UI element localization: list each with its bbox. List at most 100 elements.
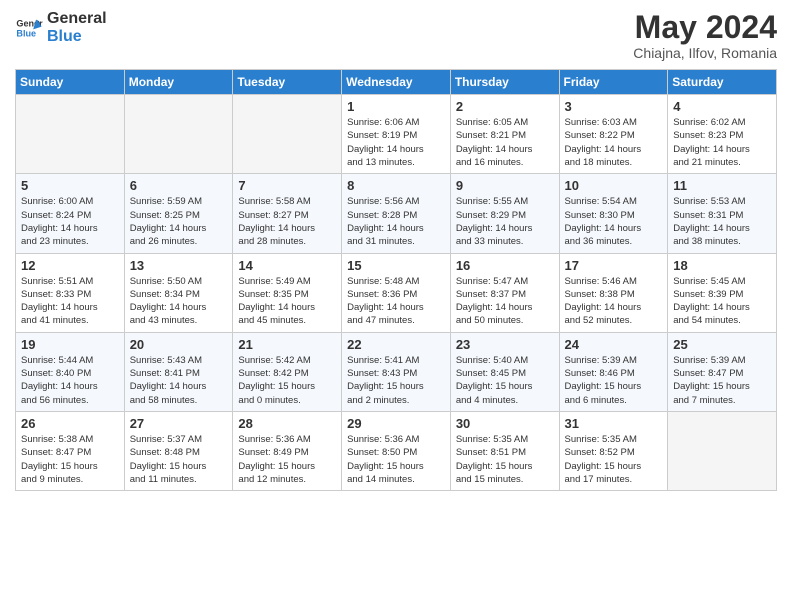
- calendar-week-row: 26 Sunrise: 5:38 AMSunset: 8:47 PMDayligh…: [16, 411, 777, 490]
- calendar-cell: 17 Sunrise: 5:46 AMSunset: 8:38 PMDayligh…: [559, 253, 668, 332]
- logo-icon: General Blue: [15, 14, 43, 42]
- day-number: 5: [21, 178, 119, 193]
- cell-info: Sunrise: 5:43 AMSunset: 8:41 PMDaylight:…: [130, 354, 228, 407]
- calendar-cell: 21 Sunrise: 5:42 AMSunset: 8:42 PMDayligh…: [233, 332, 342, 411]
- svg-text:Blue: Blue: [16, 28, 36, 38]
- logo-general-text: General: [47, 10, 107, 28]
- weekday-header-row: SundayMondayTuesdayWednesdayThursdayFrid…: [16, 70, 777, 95]
- day-number: 7: [238, 178, 336, 193]
- page-header: General Blue General Blue May 2024 Chiaj…: [15, 10, 777, 61]
- day-number: 28: [238, 416, 336, 431]
- weekday-header-monday: Monday: [124, 70, 233, 95]
- calendar-week-row: 12 Sunrise: 5:51 AMSunset: 8:33 PMDayligh…: [16, 253, 777, 332]
- cell-info: Sunrise: 5:49 AMSunset: 8:35 PMDaylight:…: [238, 275, 336, 328]
- day-number: 16: [456, 258, 554, 273]
- calendar-cell: 3Sunrise: 6:03 AMSunset: 8:22 PMDaylight…: [559, 95, 668, 174]
- calendar-cell: 5 Sunrise: 6:00 AMSunset: 8:24 PMDaylight…: [16, 174, 125, 253]
- day-number: 15: [347, 258, 445, 273]
- calendar-cell: 8 Sunrise: 5:56 AMSunset: 8:28 PMDaylight…: [342, 174, 451, 253]
- location-title: Chiajna, Ilfov, Romania: [633, 45, 777, 61]
- day-number: 19: [21, 337, 119, 352]
- day-number: 26: [21, 416, 119, 431]
- calendar-week-row: 1Sunrise: 6:06 AMSunset: 8:19 PMDaylight…: [16, 95, 777, 174]
- day-number: 9: [456, 178, 554, 193]
- calendar-cell: [16, 95, 125, 174]
- calendar-cell: 26 Sunrise: 5:38 AMSunset: 8:47 PMDayligh…: [16, 411, 125, 490]
- calendar-week-row: 19 Sunrise: 5:44 AMSunset: 8:40 PMDayligh…: [16, 332, 777, 411]
- cell-info: Sunrise: 5:48 AMSunset: 8:36 PMDaylight:…: [347, 275, 445, 328]
- cell-info: Sunrise: 5:39 AMSunset: 8:46 PMDaylight:…: [565, 354, 663, 407]
- day-number: 3: [565, 99, 663, 114]
- calendar-cell: 14 Sunrise: 5:49 AMSunset: 8:35 PMDayligh…: [233, 253, 342, 332]
- calendar-cell: 19 Sunrise: 5:44 AMSunset: 8:40 PMDayligh…: [16, 332, 125, 411]
- cell-info: Sunrise: 6:06 AMSunset: 8:19 PMDaylight:…: [347, 116, 445, 169]
- cell-info: Sunrise: 5:39 AMSunset: 8:47 PMDaylight:…: [673, 354, 771, 407]
- calendar-cell: 20Sunrise: 5:43 AMSunset: 8:41 PMDayligh…: [124, 332, 233, 411]
- cell-info: Sunrise: 5:36 AMSunset: 8:50 PMDaylight:…: [347, 433, 445, 486]
- day-number: 12: [21, 258, 119, 273]
- day-number: 29: [347, 416, 445, 431]
- calendar-cell: 23Sunrise: 5:40 AMSunset: 8:45 PMDayligh…: [450, 332, 559, 411]
- calendar-cell: 16 Sunrise: 5:47 AMSunset: 8:37 PMDayligh…: [450, 253, 559, 332]
- logo: General Blue General Blue: [15, 10, 107, 45]
- cell-info: Sunrise: 5:35 AMSunset: 8:51 PMDaylight:…: [456, 433, 554, 486]
- cell-info: Sunrise: 5:58 AMSunset: 8:27 PMDaylight:…: [238, 195, 336, 248]
- calendar-cell: [233, 95, 342, 174]
- day-number: 22: [347, 337, 445, 352]
- calendar-cell: 22 Sunrise: 5:41 AMSunset: 8:43 PMDayligh…: [342, 332, 451, 411]
- cell-info: Sunrise: 5:36 AMSunset: 8:49 PMDaylight:…: [238, 433, 336, 486]
- calendar-cell: 28 Sunrise: 5:36 AMSunset: 8:49 PMDayligh…: [233, 411, 342, 490]
- cell-info: Sunrise: 6:05 AMSunset: 8:21 PMDaylight:…: [456, 116, 554, 169]
- day-number: 21: [238, 337, 336, 352]
- calendar-cell: 1Sunrise: 6:06 AMSunset: 8:19 PMDaylight…: [342, 95, 451, 174]
- day-number: 10: [565, 178, 663, 193]
- day-number: 2: [456, 99, 554, 114]
- cell-info: Sunrise: 5:54 AMSunset: 8:30 PMDaylight:…: [565, 195, 663, 248]
- calendar-cell: 11Sunrise: 5:53 AMSunset: 8:31 PMDayligh…: [668, 174, 777, 253]
- calendar-cell: 29 Sunrise: 5:36 AMSunset: 8:50 PMDayligh…: [342, 411, 451, 490]
- calendar-cell: 15 Sunrise: 5:48 AMSunset: 8:36 PMDayligh…: [342, 253, 451, 332]
- calendar-cell: 4 Sunrise: 6:02 AMSunset: 8:23 PMDaylight…: [668, 95, 777, 174]
- weekday-header-tuesday: Tuesday: [233, 70, 342, 95]
- cell-info: Sunrise: 5:44 AMSunset: 8:40 PMDaylight:…: [21, 354, 119, 407]
- calendar-cell: [668, 411, 777, 490]
- cell-info: Sunrise: 5:41 AMSunset: 8:43 PMDaylight:…: [347, 354, 445, 407]
- cell-info: Sunrise: 5:37 AMSunset: 8:48 PMDaylight:…: [130, 433, 228, 486]
- calendar-cell: 25 Sunrise: 5:39 AMSunset: 8:47 PMDayligh…: [668, 332, 777, 411]
- cell-info: Sunrise: 5:42 AMSunset: 8:42 PMDaylight:…: [238, 354, 336, 407]
- cell-info: Sunrise: 5:59 AMSunset: 8:25 PMDaylight:…: [130, 195, 228, 248]
- day-number: 14: [238, 258, 336, 273]
- day-number: 8: [347, 178, 445, 193]
- cell-info: Sunrise: 5:50 AMSunset: 8:34 PMDaylight:…: [130, 275, 228, 328]
- cell-info: Sunrise: 5:38 AMSunset: 8:47 PMDaylight:…: [21, 433, 119, 486]
- calendar-week-row: 5 Sunrise: 6:00 AMSunset: 8:24 PMDaylight…: [16, 174, 777, 253]
- day-number: 27: [130, 416, 228, 431]
- day-number: 25: [673, 337, 771, 352]
- calendar-cell: 13Sunrise: 5:50 AMSunset: 8:34 PMDayligh…: [124, 253, 233, 332]
- calendar-cell: 7 Sunrise: 5:58 AMSunset: 8:27 PMDaylight…: [233, 174, 342, 253]
- cell-info: Sunrise: 5:47 AMSunset: 8:37 PMDaylight:…: [456, 275, 554, 328]
- weekday-header-friday: Friday: [559, 70, 668, 95]
- day-number: 24: [565, 337, 663, 352]
- weekday-header-thursday: Thursday: [450, 70, 559, 95]
- day-number: 17: [565, 258, 663, 273]
- cell-info: Sunrise: 6:02 AMSunset: 8:23 PMDaylight:…: [673, 116, 771, 169]
- cell-info: Sunrise: 5:56 AMSunset: 8:28 PMDaylight:…: [347, 195, 445, 248]
- calendar-table: SundayMondayTuesdayWednesdayThursdayFrid…: [15, 69, 777, 491]
- weekday-header-wednesday: Wednesday: [342, 70, 451, 95]
- day-number: 23: [456, 337, 554, 352]
- calendar-cell: 10 Sunrise: 5:54 AMSunset: 8:30 PMDayligh…: [559, 174, 668, 253]
- day-number: 6: [130, 178, 228, 193]
- cell-info: Sunrise: 5:35 AMSunset: 8:52 PMDaylight:…: [565, 433, 663, 486]
- day-number: 18: [673, 258, 771, 273]
- weekday-header-saturday: Saturday: [668, 70, 777, 95]
- weekday-header-sunday: Sunday: [16, 70, 125, 95]
- calendar-cell: 24 Sunrise: 5:39 AMSunset: 8:46 PMDayligh…: [559, 332, 668, 411]
- cell-info: Sunrise: 5:51 AMSunset: 8:33 PMDaylight:…: [21, 275, 119, 328]
- cell-info: Sunrise: 5:46 AMSunset: 8:38 PMDaylight:…: [565, 275, 663, 328]
- cell-info: Sunrise: 5:55 AMSunset: 8:29 PMDaylight:…: [456, 195, 554, 248]
- cell-info: Sunrise: 6:00 AMSunset: 8:24 PMDaylight:…: [21, 195, 119, 248]
- day-number: 4: [673, 99, 771, 114]
- title-block: May 2024 Chiajna, Ilfov, Romania: [633, 10, 777, 61]
- day-number: 30: [456, 416, 554, 431]
